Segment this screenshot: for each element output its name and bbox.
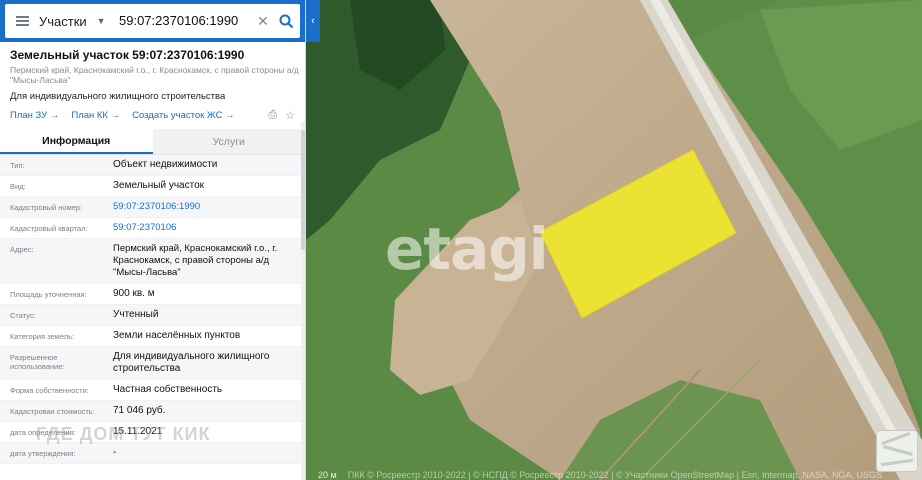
info-panel: Участки ▼ 59:07:2370106:1990 ✕ Земельный…: [0, 0, 306, 480]
menu-icon[interactable]: [5, 4, 39, 38]
layer-select[interactable]: Участки ▼: [39, 14, 113, 29]
row-value: Частная собственность: [113, 384, 223, 395]
info-table: Тип: Объект недвижимости Вид: Земельный …: [0, 155, 305, 464]
tab-info[interactable]: Информация: [0, 129, 153, 154]
parcel-title: Земельный участок 59:07:2370106:1990: [10, 48, 245, 62]
cadastral-quarter-link[interactable]: 59:07:2370106: [110, 218, 299, 238]
basemap-switcher[interactable]: [876, 430, 918, 472]
etagi-watermark: etagi: [385, 215, 549, 283]
map-scale: 20 м: [318, 470, 337, 480]
row-value: Пермский край, Краснокамский г.о., г. Кр…: [113, 243, 278, 278]
row-label: Кадастровый квартал:: [10, 224, 88, 233]
table-row: Категория земель: Земли населённых пункт…: [0, 326, 305, 347]
search-icon[interactable]: [272, 7, 300, 35]
search-bar: Участки ▼ 59:07:2370106:1990 ✕: [0, 0, 305, 42]
table-row: Адрес: Пермский край, Краснокамский г.о.…: [0, 239, 305, 284]
table-row: Форма собственности: Частная собственнос…: [0, 380, 305, 401]
parcel-purpose: Для индивидуального жилищного строительс…: [10, 91, 226, 102]
row-value: 900 кв. м: [113, 288, 155, 299]
row-value: Объект недвижимости: [113, 159, 218, 170]
row-label: дата утверждения:: [10, 449, 76, 458]
plan-kk-link[interactable]: План КК →: [71, 110, 120, 121]
row-label: Статус:: [10, 311, 36, 320]
table-row: Статус: Учтенный: [0, 305, 305, 326]
table-row: Площадь уточненная: 900 кв. м: [0, 284, 305, 305]
tab-services[interactable]: Услуги: [152, 129, 305, 154]
search-input[interactable]: 59:07:2370106:1990: [113, 11, 254, 31]
row-label: Разрешенное использование:: [10, 353, 65, 371]
layer-select-label: Участки: [39, 13, 87, 29]
table-row: Кадастровый квартал: 59:07:2370106: [0, 218, 305, 239]
map-attribution: ПКК © Росреестр 2010-2022 | © НСПД © Рос…: [347, 470, 882, 480]
row-value: Для индивидуального жилищного строительс…: [113, 351, 270, 374]
collapse-panel-button[interactable]: ‹: [306, 0, 320, 42]
print-icon[interactable]: ⎙: [268, 109, 277, 122]
table-row: Тип: Объект недвижимости: [0, 155, 305, 176]
row-label: Площадь уточненная:: [10, 290, 87, 299]
row-value: 71 046 руб.: [113, 405, 166, 416]
table-row: Разрешенное использование: Для индивидуа…: [0, 347, 305, 380]
parcel-address: Пермский край, Краснокамский г.о., г. Кр…: [10, 65, 299, 85]
close-icon[interactable]: ✕: [254, 13, 272, 30]
row-label: Тип:: [10, 161, 25, 170]
plan-zu-link[interactable]: План ЗУ →: [10, 110, 59, 121]
panel-scrollbar[interactable]: [301, 122, 305, 480]
row-label: Кадастровая стоимость:: [10, 407, 95, 416]
table-row: дата утверждения: -: [0, 443, 305, 464]
row-value: Учтенный: [113, 309, 159, 320]
table-row: Кадастровая стоимость: 71 046 руб.: [0, 401, 305, 422]
row-label: Форма собственности:: [10, 386, 89, 395]
star-icon[interactable]: ☆: [285, 109, 295, 122]
domclick-watermark: ГДЕ ДОМ ТУТ КИК: [36, 424, 211, 444]
row-label: Адрес:: [10, 245, 34, 254]
row-value: Земли населённых пунктов: [113, 330, 241, 341]
row-label: Вид:: [10, 182, 26, 191]
chevron-down-icon: ▼: [96, 16, 106, 26]
tab-bar: Информация Услуги: [0, 129, 305, 155]
row-label: Категория земель:: [10, 332, 75, 341]
table-row: Вид: Земельный участок: [0, 176, 305, 197]
row-label: Кадастровый номер:: [10, 203, 83, 212]
row-value: -: [113, 447, 117, 458]
create-parcel-link[interactable]: Создать участок ЖС →: [132, 110, 234, 121]
table-row: Кадастровый номер: 59:07:2370106:1990: [0, 197, 305, 218]
cadastral-number-link[interactable]: 59:07:2370106:1990: [110, 197, 299, 217]
row-value: Земельный участок: [113, 180, 205, 191]
